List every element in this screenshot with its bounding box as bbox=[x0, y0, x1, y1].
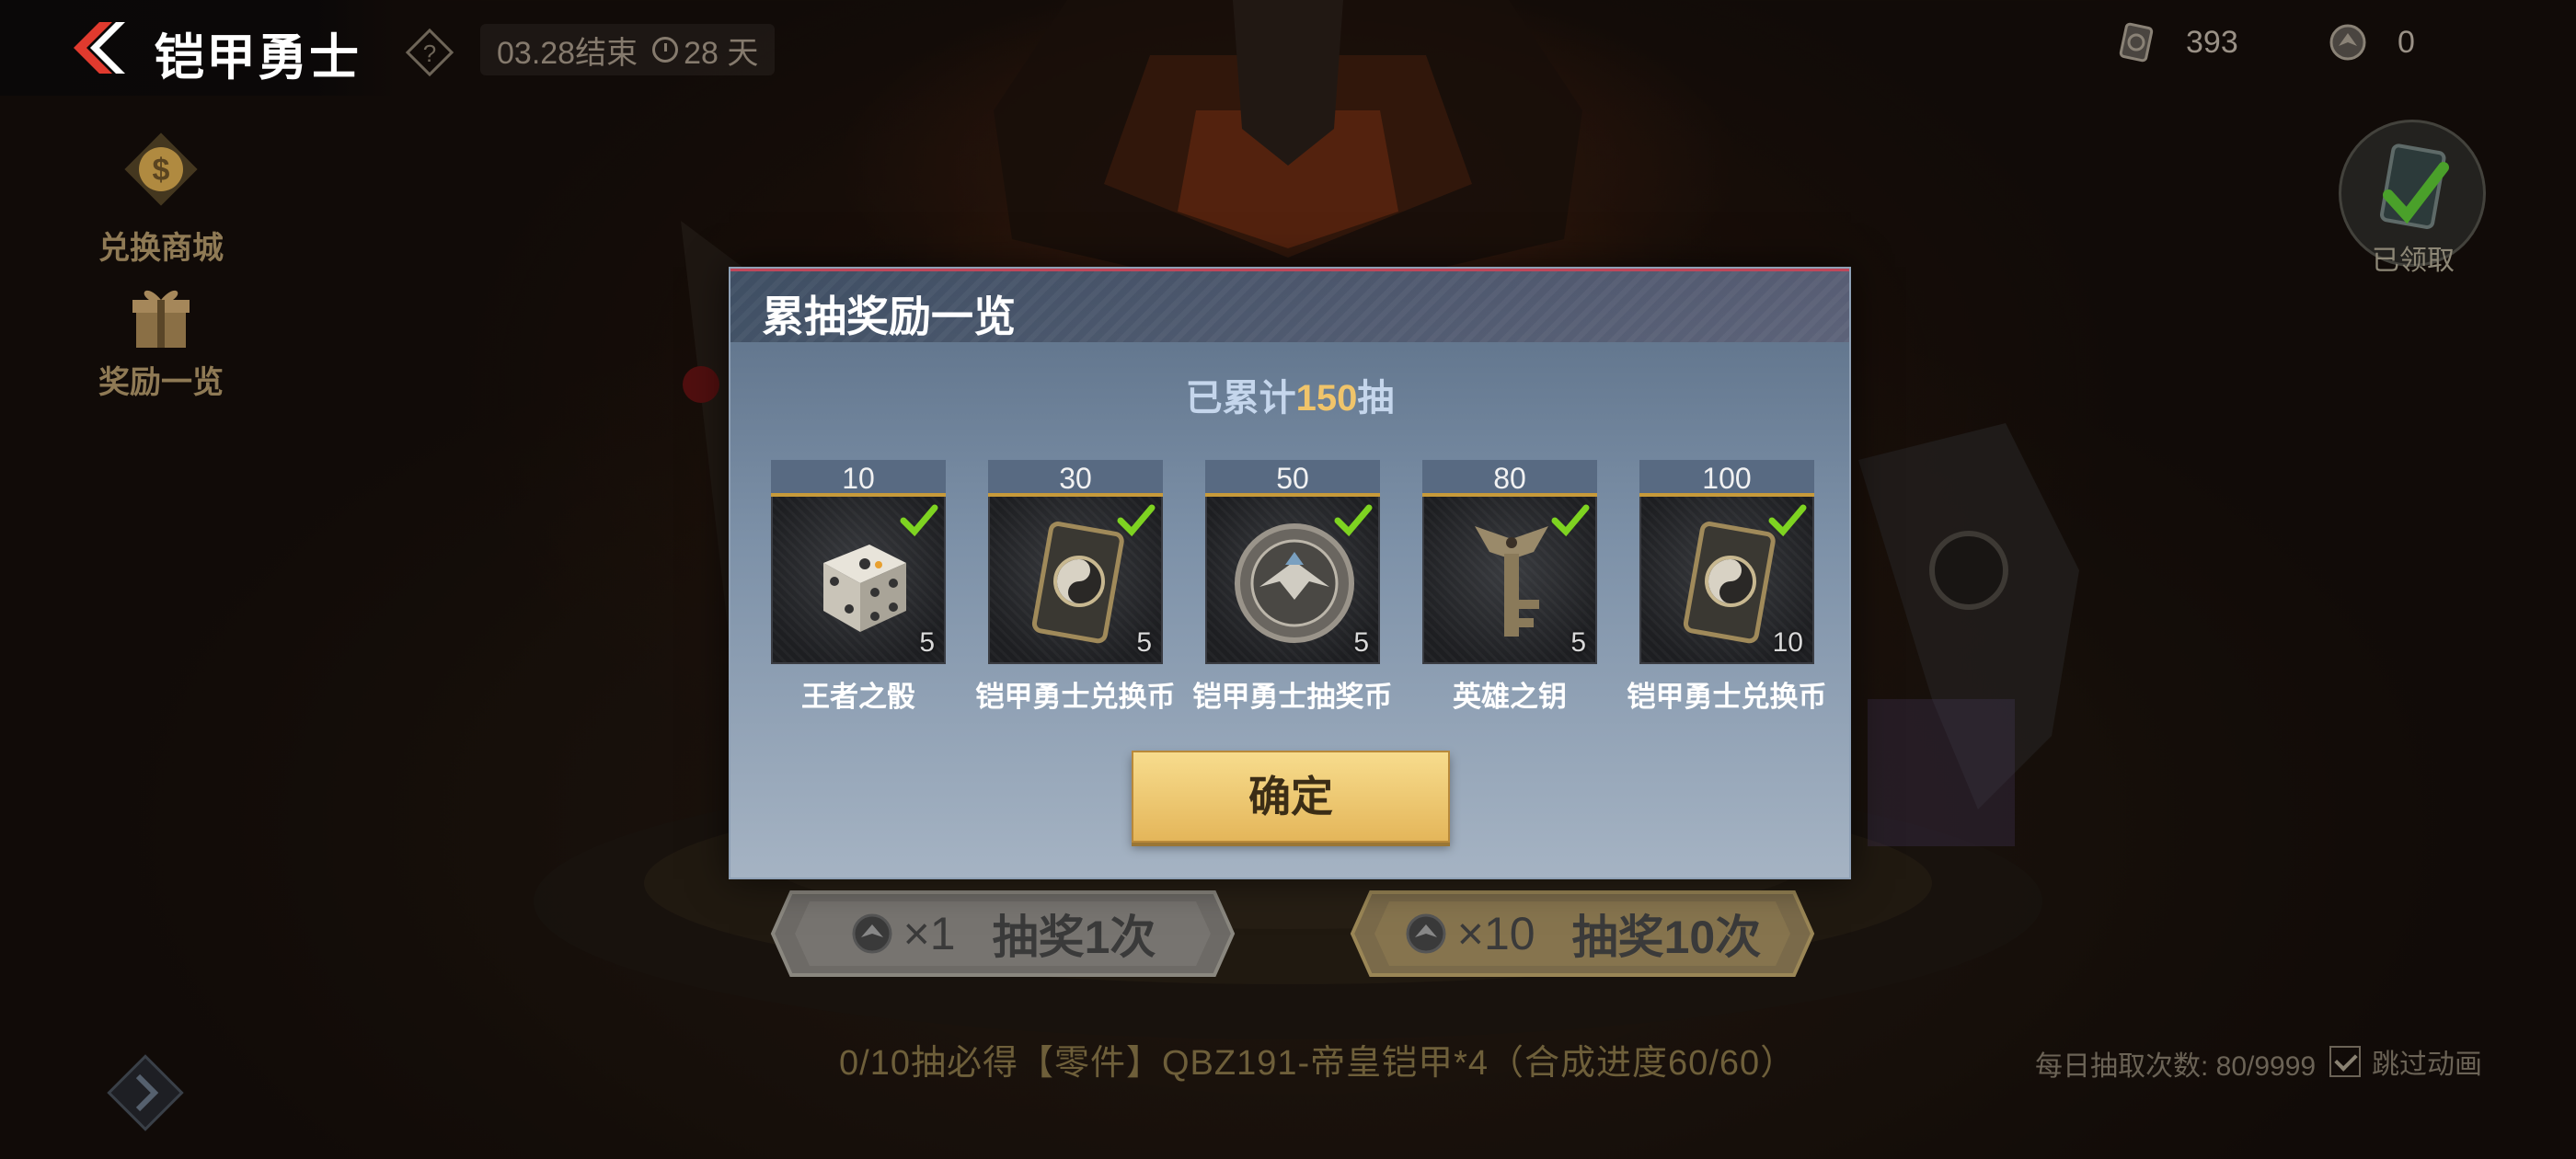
back-arrow-icon[interactable] bbox=[63, 18, 129, 77]
check-icon bbox=[900, 504, 938, 537]
reward-quantity: 5 bbox=[1136, 627, 1152, 658]
chevron-right-icon[interactable] bbox=[99, 1047, 191, 1139]
exchange-shop-button[interactable]: $ 兑换商城 bbox=[87, 129, 235, 268]
event-timer: 03.28结束 28 天 bbox=[480, 24, 776, 75]
count-prefix: 已累计 bbox=[1185, 378, 1296, 419]
reward-item[interactable]: 10 5 王者之骰 bbox=[771, 460, 946, 715]
draw-coin-icon bbox=[1406, 913, 1446, 954]
currency-value: 393 bbox=[2186, 24, 2238, 60]
reward-item[interactable]: 50 5 铠甲勇士抽奖币 bbox=[1193, 460, 1393, 715]
reward-name: 王者之骰 bbox=[801, 681, 915, 713]
draw-coin-icon bbox=[852, 913, 892, 954]
modal-title: 累抽奖励一览 bbox=[762, 293, 1016, 340]
page-title: 铠甲勇士 bbox=[155, 30, 361, 86]
reward-tile: 5 bbox=[988, 497, 1163, 664]
reward-threshold: 100 bbox=[1639, 460, 1814, 497]
skip-animation-toggle[interactable]: 跳过动画 bbox=[2329, 1041, 2482, 1082]
guarantee-text: 0/10抽必得【零件】QBZ191-帝皇铠甲*4（合成进度60/60） bbox=[839, 1044, 1797, 1083]
card-check-icon bbox=[2379, 143, 2449, 230]
reward-threshold: 80 bbox=[1422, 460, 1597, 497]
reward-item[interactable]: 80 5 英雄之钥 bbox=[1422, 460, 1597, 715]
svg-text:?: ? bbox=[423, 40, 436, 67]
menu-label: 奖励一览 bbox=[98, 365, 224, 400]
days-left: 28 天 bbox=[684, 35, 759, 71]
reward-item[interactable]: 100 10 铠甲勇士兑换币 bbox=[1627, 460, 1827, 715]
dollar-diamond-icon: $ bbox=[124, 132, 198, 206]
currency-value: 0 bbox=[2398, 24, 2415, 60]
currency-exchange-coin[interactable]: 393 bbox=[2114, 20, 2238, 64]
reward-quantity: 5 bbox=[1353, 627, 1369, 658]
reward-name: 铠甲勇士兑换币 bbox=[975, 681, 1176, 713]
reward-name: 英雄之钥 bbox=[1453, 681, 1567, 713]
reward-tile: 5 bbox=[771, 497, 946, 664]
reward-quantity: 10 bbox=[1772, 627, 1803, 658]
reward-name: 铠甲勇士抽奖币 bbox=[1192, 681, 1393, 713]
title-bar: 铠甲勇士 bbox=[0, 0, 396, 96]
reward-threshold: 10 bbox=[771, 460, 946, 497]
draw-multiplier: ×1 bbox=[903, 908, 956, 959]
check-icon bbox=[1334, 504, 1373, 537]
clock-icon bbox=[652, 37, 679, 63]
exchange-coin-icon bbox=[2119, 22, 2154, 63]
draw-once-button[interactable]: ×1 抽奖1次 bbox=[764, 883, 1242, 984]
count-value: 150 bbox=[1295, 378, 1358, 419]
draw-label: 抽奖1次 bbox=[992, 912, 1156, 963]
reward-name: 铠甲勇士兑换币 bbox=[1627, 681, 1827, 713]
reward-tile: 5 bbox=[1205, 497, 1380, 664]
rewards-overview-button[interactable]: 奖励一览 bbox=[87, 281, 235, 402]
draw-label: 抽奖10次 bbox=[1571, 912, 1762, 963]
reward-quantity: 5 bbox=[1570, 627, 1586, 658]
reward-quantity: 5 bbox=[919, 627, 935, 658]
cumulative-rewards-modal: 累抽奖励一览 已累计150抽 10 5 王者之骰 30 5 铠甲勇士兑换币 50… bbox=[729, 267, 1851, 879]
draw-multiplier: ×10 bbox=[1456, 908, 1535, 959]
check-icon bbox=[1551, 504, 1590, 537]
check-icon bbox=[1117, 504, 1156, 537]
gift-icon bbox=[132, 290, 190, 348]
confirm-button[interactable]: 确定 bbox=[1132, 751, 1450, 843]
checkbox-icon[interactable] bbox=[2329, 1046, 2361, 1077]
help-icon[interactable]: ? bbox=[403, 26, 456, 79]
reward-threshold: 50 bbox=[1205, 460, 1380, 497]
svg-text:$: $ bbox=[153, 153, 170, 188]
reward-tile: 10 bbox=[1639, 497, 1814, 664]
count-suffix: 抽 bbox=[1357, 378, 1395, 419]
reward-threshold: 30 bbox=[988, 460, 1163, 497]
menu-label: 兑换商城 bbox=[98, 231, 224, 266]
reward-item[interactable]: 30 5 铠甲勇士兑换币 bbox=[976, 460, 1176, 715]
currency-draw-coin[interactable]: 0 bbox=[2326, 20, 2415, 64]
check-icon bbox=[1768, 504, 1807, 537]
cumulative-draw-count: 已累计150抽 bbox=[730, 368, 1849, 421]
end-date: 03.28结束 bbox=[497, 35, 638, 71]
reward-tile: 5 bbox=[1422, 497, 1597, 664]
skip-animation-label: 跳过动画 bbox=[2372, 1050, 2482, 1080]
draw-coin-icon bbox=[2329, 24, 2366, 61]
draw-ten-button[interactable]: ×10 抽奖10次 bbox=[1343, 883, 1822, 984]
daily-draw-count: 每日抽取次数: 80/9999 bbox=[2035, 1051, 2317, 1082]
claimed-label: 已领取 bbox=[2372, 246, 2455, 276]
claimed-reward-badge[interactable]: 已领取 bbox=[2335, 120, 2491, 276]
